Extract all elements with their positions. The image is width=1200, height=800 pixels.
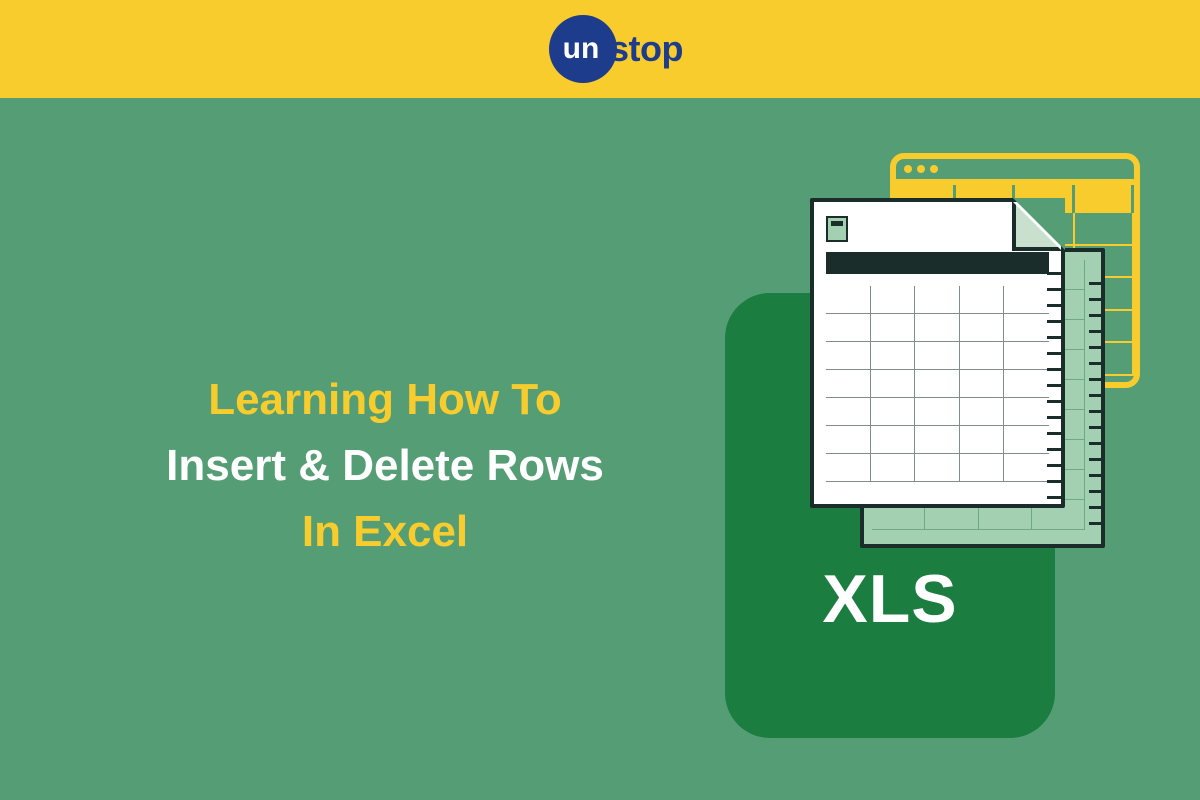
binder-marks-icon [1047,272,1063,504]
hero-headline: Learning How To Insert & Delete Rows In … [105,368,665,563]
window-dot-icon [917,165,925,173]
illustration: XLS [695,118,1155,778]
logo-text-left: un [563,32,600,66]
spreadsheet-front-icon [810,198,1065,508]
logo-text-right: stop [609,28,683,70]
window-dot-icon [930,165,938,173]
file-extension-label: XLS [725,560,1055,638]
headline-line-2: Insert & Delete Rows [105,434,665,498]
binder-marks-icon [1089,282,1103,534]
headline-line-1: Learning How To [105,368,665,432]
headline-line-3: In Excel [105,500,665,564]
window-dot-icon [904,165,912,173]
brand-logo: un stop [549,15,617,83]
logo-circle-icon: un [549,15,617,83]
hero-area: Learning How To Insert & Delete Rows In … [0,98,1200,800]
sheet-mini-icon [826,216,848,242]
brand-band: un stop [0,0,1200,98]
sheet-title-band [826,252,1049,274]
sheet-grid [826,286,1049,490]
window-titlebar [896,159,1134,185]
